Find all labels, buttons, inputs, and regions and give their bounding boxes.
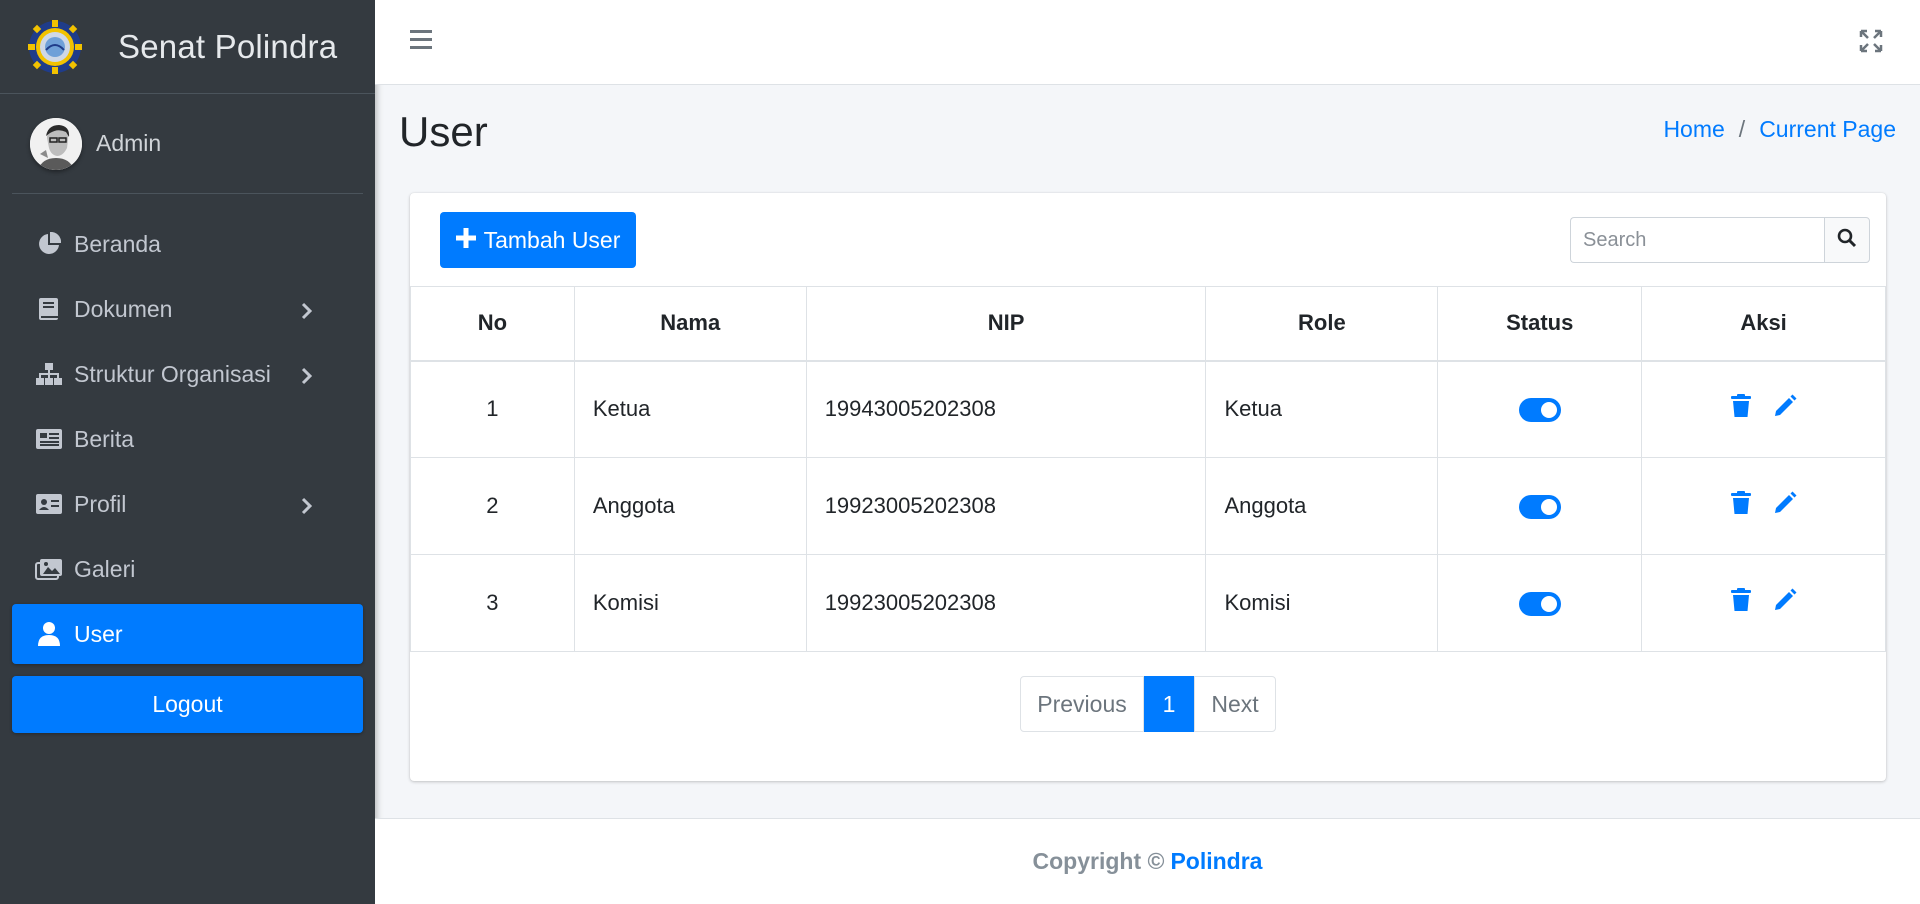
footer: Copyright © Polindra bbox=[375, 818, 1920, 904]
cell-role: Anggota bbox=[1205, 457, 1439, 555]
pencil-icon[interactable] bbox=[1773, 491, 1797, 515]
sidebar-item-galeri[interactable]: Galeri bbox=[12, 539, 363, 599]
footer-brand-link[interactable]: Polindra bbox=[1170, 848, 1262, 875]
sidebar-item-label: Dokumen bbox=[74, 295, 173, 322]
user-name: Admin bbox=[96, 130, 162, 156]
pencil-icon[interactable] bbox=[1773, 588, 1797, 612]
cell-nip: 19943005202308 bbox=[805, 360, 1207, 458]
chart-pie-icon bbox=[34, 229, 64, 259]
cell-status bbox=[1437, 554, 1643, 652]
column-header-role: Role bbox=[1205, 286, 1439, 362]
pagination-next[interactable]: Next bbox=[1194, 676, 1276, 732]
trash-icon[interactable] bbox=[1730, 394, 1751, 418]
status-toggle[interactable] bbox=[1518, 592, 1561, 617]
cell-no: 3 bbox=[410, 554, 575, 652]
cell-status bbox=[1437, 457, 1643, 555]
sidebar-item-berita[interactable]: Berita bbox=[12, 409, 363, 469]
breadcrumb-current[interactable]: Current Page bbox=[1759, 116, 1896, 143]
add-user-label: Tambah User bbox=[483, 226, 621, 253]
sitemap-icon bbox=[34, 359, 64, 389]
plus-icon bbox=[455, 227, 476, 254]
chevron-right-icon bbox=[301, 299, 313, 326]
search-icon bbox=[1837, 228, 1857, 253]
column-header-aksi: Aksi bbox=[1641, 286, 1886, 362]
top-navbar bbox=[375, 0, 1920, 85]
sidebar-item-label: Galeri bbox=[74, 555, 136, 582]
pencil-icon[interactable] bbox=[1773, 394, 1797, 418]
cell-no: 1 bbox=[410, 360, 575, 458]
search-group bbox=[1570, 217, 1870, 263]
table-row: 3 Komisi 19923005202308 Komisi bbox=[410, 554, 1886, 652]
column-header-nip: NIP bbox=[805, 286, 1207, 362]
polindra-logo-icon bbox=[28, 19, 82, 74]
footer-copyright: Copyright © bbox=[1032, 848, 1165, 874]
column-header-no: No bbox=[410, 286, 575, 362]
pagination-page-1[interactable]: 1 bbox=[1144, 676, 1194, 732]
cell-role: Komisi bbox=[1205, 554, 1439, 652]
add-user-button[interactable]: Tambah User bbox=[440, 212, 636, 268]
status-toggle[interactable] bbox=[1518, 398, 1561, 423]
cell-status bbox=[1437, 360, 1643, 458]
images-icon bbox=[34, 554, 64, 584]
logout-button[interactable]: Logout bbox=[12, 676, 363, 733]
cell-role: Ketua bbox=[1205, 360, 1439, 458]
sidebar-item-label: Struktur Organisasi bbox=[74, 360, 271, 387]
user-panel[interactable]: Admin bbox=[12, 94, 363, 194]
sidebar-item-label: Profil bbox=[74, 490, 127, 517]
search-input[interactable] bbox=[1570, 217, 1824, 263]
search-button[interactable] bbox=[1824, 217, 1870, 263]
sidebar: Senat Polindra Admin Beranda Dokumen Str… bbox=[0, 0, 375, 904]
table-header-row: No Nama NIP Role Status Aksi bbox=[410, 286, 1886, 362]
sidebar-item-beranda[interactable]: Beranda bbox=[12, 214, 363, 274]
table-row: 2 Anggota 19923005202308 Anggota bbox=[410, 457, 1886, 555]
sidebar-item-user[interactable]: User bbox=[12, 604, 363, 664]
page-title: User bbox=[399, 108, 488, 155]
pagination: Previous 1 Next bbox=[1020, 676, 1276, 732]
fullscreen-icon[interactable] bbox=[1858, 28, 1884, 59]
brand[interactable]: Senat Polindra bbox=[0, 0, 375, 94]
cell-nip: 19923005202308 bbox=[805, 457, 1207, 555]
breadcrumb: Home / Current Page bbox=[1663, 116, 1896, 143]
breadcrumb-home-link[interactable]: Home bbox=[1663, 116, 1724, 143]
cell-nama: Komisi bbox=[573, 554, 807, 652]
status-toggle[interactable] bbox=[1518, 495, 1561, 520]
user-icon bbox=[34, 619, 64, 649]
cell-nama: Ketua bbox=[573, 360, 807, 458]
id-card-icon bbox=[34, 489, 64, 519]
sidebar-item-label: Berita bbox=[74, 425, 135, 452]
trash-icon[interactable] bbox=[1730, 588, 1751, 612]
avatar bbox=[30, 117, 82, 170]
sidebar-nav: Beranda Dokumen Struktur Organisasi Beri… bbox=[0, 194, 375, 664]
pagination-previous[interactable]: Previous bbox=[1020, 676, 1144, 732]
brand-title: Senat Polindra bbox=[118, 27, 338, 65]
sidebar-item-label: Beranda bbox=[74, 230, 161, 257]
user-table-card: Tambah User No Nama NIP Role Status Aksi bbox=[410, 193, 1886, 781]
sidebar-item-profil[interactable]: Profil bbox=[12, 474, 363, 534]
cell-aksi bbox=[1641, 457, 1886, 555]
cell-aksi bbox=[1641, 360, 1886, 458]
column-header-status: Status bbox=[1437, 286, 1643, 362]
sidebar-item-label: User bbox=[74, 620, 123, 647]
sidebar-item-struktur-organisasi[interactable]: Struktur Organisasi bbox=[12, 344, 363, 404]
chevron-right-icon bbox=[301, 494, 313, 521]
cell-nama: Anggota bbox=[573, 457, 807, 555]
column-header-nama: Nama bbox=[573, 286, 807, 362]
breadcrumb-separator: / bbox=[1738, 116, 1746, 142]
cell-aksi bbox=[1641, 554, 1886, 652]
chevron-right-icon bbox=[301, 364, 313, 391]
cell-no: 2 bbox=[410, 457, 575, 555]
newspaper-icon bbox=[34, 424, 64, 454]
hamburger-menu-icon[interactable] bbox=[409, 28, 433, 55]
user-table: No Nama NIP Role Status Aksi 1 Ketua 199… bbox=[410, 286, 1886, 652]
book-icon bbox=[34, 294, 64, 324]
table-row: 1 Ketua 19943005202308 Ketua bbox=[410, 360, 1886, 458]
sidebar-item-dokumen[interactable]: Dokumen bbox=[12, 279, 363, 339]
trash-icon[interactable] bbox=[1730, 491, 1751, 515]
cell-nip: 19923005202308 bbox=[805, 554, 1207, 652]
